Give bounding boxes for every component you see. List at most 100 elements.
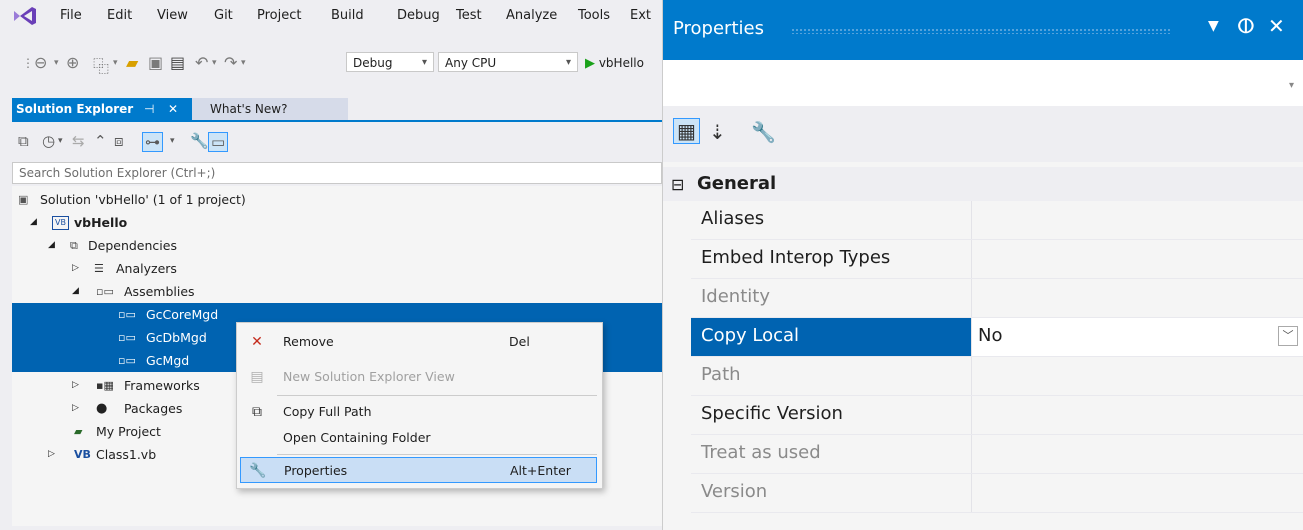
property-grid: ⊟ General Aliases Embed Interop Types Id…: [663, 162, 1303, 530]
collapsed-icon[interactable]: ▷: [72, 257, 79, 280]
chevron-down-icon[interactable]: ﹀: [1278, 326, 1298, 346]
menu-git[interactable]: Git: [214, 8, 233, 23]
filter-dropdown-icon[interactable]: ▾: [58, 136, 63, 146]
dependencies-icon: ⧉: [70, 239, 78, 252]
menu-analyze[interactable]: Analyze: [506, 8, 557, 23]
alphabetical-sort-icon[interactable]: ⇣: [709, 120, 726, 144]
sync-with-document-icon[interactable]: ⇆: [72, 132, 85, 150]
menu-item-label: New Solution Explorer View: [283, 369, 455, 384]
close-icon[interactable]: ✕: [1268, 14, 1285, 38]
new-project-icon[interactable]: ⿻: [93, 53, 109, 77]
show-all-files-icon[interactable]: ⊶: [142, 132, 163, 152]
show-files-dropdown-icon[interactable]: ▾: [170, 136, 175, 146]
property-row-path[interactable]: Path: [691, 357, 1303, 396]
tree-item-analyzers[interactable]: ▷ ☰ Analyzers: [12, 257, 662, 280]
chevron-down-icon: ▾: [565, 57, 571, 68]
collapsed-icon[interactable]: ▷: [72, 374, 79, 397]
menu-item-remove[interactable]: ✕ Remove Del: [237, 329, 600, 355]
new-dropdown-icon[interactable]: ▾: [113, 58, 118, 68]
property-row-identity[interactable]: Identity: [691, 279, 1303, 318]
tree-item-assemblies[interactable]: ◢ ▫▭ Assemblies: [12, 280, 662, 303]
preview-selected-items-icon[interactable]: ▭: [208, 132, 229, 152]
menu-separator: [277, 454, 597, 455]
tree-item-dependencies[interactable]: ◢ ⧉ Dependencies: [12, 234, 662, 257]
navigate-back-icon[interactable]: ⊖: [34, 53, 47, 72]
property-value[interactable]: [971, 396, 1303, 434]
analyzers-icon: ☰: [94, 262, 104, 275]
pin-icon[interactable]: ⊣: [144, 98, 154, 120]
menu-item-properties[interactable]: 🔧 Properties Alt+Enter: [240, 457, 597, 483]
property-value[interactable]: No ﹀: [971, 318, 1303, 356]
save-all-icon[interactable]: ▤: [170, 53, 185, 72]
search-input[interactable]: Search Solution Explorer (Ctrl+;): [12, 162, 662, 184]
new-view-icon: ▤: [250, 369, 264, 385]
menu-build[interactable]: Build: [331, 8, 364, 23]
tree-item-project[interactable]: ◢ VB vbHello: [12, 211, 662, 234]
property-row-specific-version[interactable]: Specific Version: [691, 396, 1303, 435]
solution-configurations-dropdown[interactable]: Debug ▾: [346, 52, 434, 72]
property-row-treat-as-used[interactable]: Treat as used: [691, 435, 1303, 474]
solution-platforms-dropdown[interactable]: Any CPU ▾: [438, 52, 578, 72]
title-bar-grip[interactable]: [791, 28, 1171, 34]
undo-icon[interactable]: ↶: [195, 53, 208, 72]
menu-item-open-containing-folder[interactable]: Open Containing Folder: [237, 425, 600, 451]
pending-changes-filter-icon[interactable]: ◷: [42, 132, 55, 150]
copy-view-icon[interactable]: ⧈: [114, 132, 124, 150]
property-row-embed-interop-types[interactable]: Embed Interop Types: [691, 240, 1303, 279]
menu-extensions[interactable]: Ext: [630, 8, 651, 23]
categorized-view-icon[interactable]: ▦: [673, 118, 700, 144]
menu-item-label: Properties: [284, 463, 348, 478]
property-name: Version: [701, 481, 768, 502]
property-row-aliases[interactable]: Aliases: [691, 201, 1303, 240]
switch-views-icon[interactable]: ⧉: [18, 132, 29, 150]
property-row-version[interactable]: Version: [691, 474, 1303, 513]
window-position-dropdown-icon[interactable]: ▼: [1208, 18, 1219, 34]
menu-item-new-solution-explorer-view[interactable]: ▤ New Solution Explorer View: [237, 364, 600, 390]
tab-whats-new[interactable]: What's New?: [192, 98, 348, 120]
pin-icon[interactable]: ⵀ: [1237, 14, 1255, 38]
collapsed-icon[interactable]: ▷: [72, 397, 79, 420]
tree-item-label: GcMgd: [146, 353, 190, 368]
back-dropdown-icon[interactable]: ▾: [54, 58, 59, 68]
menu-separator: [277, 395, 597, 396]
close-icon[interactable]: ✕: [168, 98, 178, 120]
tree-item-label: Dependencies: [88, 238, 177, 253]
configuration-value: Debug: [353, 56, 393, 70]
menu-tools[interactable]: Tools: [578, 8, 610, 23]
menu-file[interactable]: File: [60, 8, 82, 23]
redo-dropdown-icon[interactable]: ▾: [241, 58, 246, 68]
wrench-icon[interactable]: 🔧: [190, 132, 209, 150]
visual-studio-logo-icon: [14, 7, 36, 25]
tab-solution-explorer[interactable]: Solution Explorer ⊣ ✕: [12, 98, 192, 120]
menu-edit[interactable]: Edit: [107, 8, 132, 23]
collapse-icon[interactable]: ⊟: [671, 175, 684, 194]
object-selector-dropdown[interactable]: ▾: [663, 60, 1303, 106]
collapsed-icon[interactable]: ▷: [48, 443, 55, 466]
category-general[interactable]: ⊟ General: [663, 167, 1303, 201]
tree-item-label: My Project: [96, 424, 161, 439]
save-icon[interactable]: ▣: [148, 53, 163, 72]
menu-test[interactable]: Test: [456, 8, 482, 23]
open-file-icon[interactable]: ▰: [126, 53, 138, 72]
redo-icon[interactable]: ↷: [224, 53, 237, 72]
tree-item-solution[interactable]: ▣ Solution 'vbHello' (1 of 1 project): [12, 188, 662, 211]
property-value[interactable]: [971, 240, 1303, 278]
menu-project[interactable]: Project: [257, 8, 301, 23]
start-debugging-button[interactable]: ▶ vbHello: [585, 56, 644, 71]
menu-debug[interactable]: Debug: [397, 8, 440, 23]
property-row-copy-local[interactable]: Copy Local No ﹀: [691, 318, 1303, 357]
navigate-forward-icon[interactable]: ⊕: [66, 53, 79, 72]
undo-dropdown-icon[interactable]: ▾: [212, 58, 217, 68]
expanded-icon[interactable]: ◢: [48, 234, 55, 257]
menu-item-copy-full-path[interactable]: ⧉ Copy Full Path: [237, 399, 600, 425]
property-pages-icon[interactable]: 🔧: [751, 120, 776, 144]
property-value[interactable]: [971, 201, 1303, 239]
menu-view[interactable]: View: [157, 8, 188, 23]
property-value: [971, 474, 1303, 512]
collapse-all-icon[interactable]: ⌃: [94, 132, 107, 150]
property-value: [971, 279, 1303, 317]
property-value: [971, 435, 1303, 473]
menu-item-label: Copy Full Path: [283, 404, 372, 419]
expanded-icon[interactable]: ◢: [72, 280, 79, 303]
expanded-icon[interactable]: ◢: [30, 211, 37, 234]
